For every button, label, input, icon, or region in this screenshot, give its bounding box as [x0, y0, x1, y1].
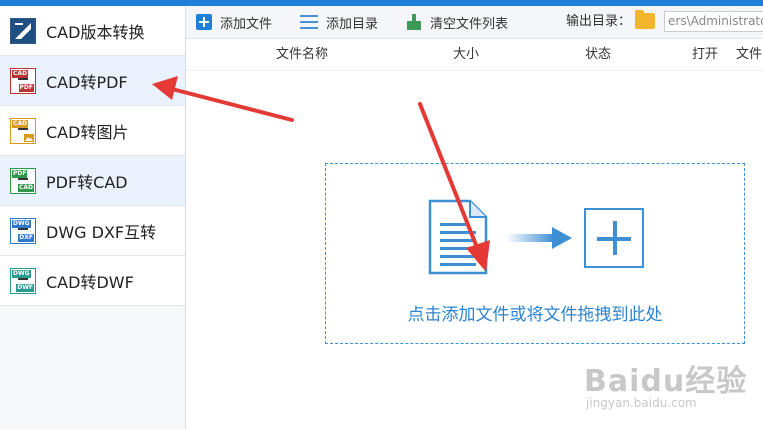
drop-zone-hint: 点击添加文件或将文件拖拽到此处 — [407, 305, 663, 325]
dwg-dxf-icon: DWG DXF — [10, 217, 36, 244]
add-plus-icon — [584, 208, 644, 268]
broom-icon — [406, 14, 422, 30]
file-table-header: 文件名称 大小 状态 打开 文件 — [186, 39, 763, 71]
col-open[interactable]: 打开 — [692, 39, 718, 70]
baidu-watermark: Baidu经验 jingyan.baidu.com — [584, 356, 746, 416]
col-filename[interactable]: 文件名称 — [276, 39, 328, 70]
cad-to-image-icon: CAD — [10, 117, 36, 144]
add-file-button[interactable]: 添加文件 — [196, 6, 272, 38]
add-directory-button[interactable]: 添加目录 — [300, 6, 378, 38]
sidebar-item-label: CAD版本转换 — [46, 22, 145, 42]
pdf-to-cad-icon: PDF CAD — [10, 167, 36, 194]
col-status[interactable]: 状态 — [585, 39, 611, 70]
sidebar-item-label: PDF转CAD — [46, 172, 128, 192]
sidebar-item-label: CAD转图片 — [46, 122, 129, 142]
sidebar-item-pdf-to-cad[interactable]: PDF CAD PDF转CAD — [0, 156, 185, 206]
sidebar-item-label: CAD转PDF — [46, 72, 128, 92]
arrow-right-icon — [506, 227, 572, 249]
cad-version-icon — [10, 17, 36, 44]
cad-to-dwf-icon: DWG DWF — [10, 267, 36, 294]
output-path-field[interactable]: ers\Administrator — [664, 11, 763, 32]
toolbar: 添加文件 添加目录 清空文件列表 输出目录： ers\Administrator — [186, 6, 763, 39]
output-dir-label: 输出目录： — [566, 14, 632, 29]
sidebar-item-label: CAD转DWF — [46, 272, 134, 292]
file-drop-zone[interactable]: 点击添加文件或将文件拖拽到此处 — [325, 163, 745, 344]
sidebar-item-label: DWG DXF互转 — [46, 222, 157, 242]
sidebar-item-cad-to-dwf[interactable]: DWG DWF CAD转DWF — [0, 256, 185, 306]
col-file[interactable]: 文件 — [736, 39, 762, 70]
watermark-url: jingyan.baidu.com — [586, 396, 697, 410]
sidebar: CAD版本转换 CAD PDF CAD转PDF CAD CAD转图片 PDF C… — [0, 6, 186, 429]
sidebar-item-cad-version[interactable]: CAD版本转换 — [0, 6, 185, 56]
folder-icon[interactable] — [635, 10, 655, 29]
sidebar-item-dwg-dxf[interactable]: DWG DXF DWG DXF互转 — [0, 206, 185, 256]
watermark-logo: Baidu经验 — [584, 364, 748, 399]
sidebar-item-cad-to-pdf[interactable]: CAD PDF CAD转PDF — [0, 56, 185, 106]
col-size[interactable]: 大小 — [453, 39, 479, 70]
list-icon — [300, 15, 318, 29]
sidebar-item-cad-to-image[interactable]: CAD CAD转图片 — [0, 106, 185, 156]
clear-list-button[interactable]: 清空文件列表 — [406, 6, 508, 38]
add-file-icon — [196, 14, 212, 30]
cad-to-pdf-icon: CAD PDF — [10, 67, 36, 94]
document-icon — [428, 199, 488, 275]
